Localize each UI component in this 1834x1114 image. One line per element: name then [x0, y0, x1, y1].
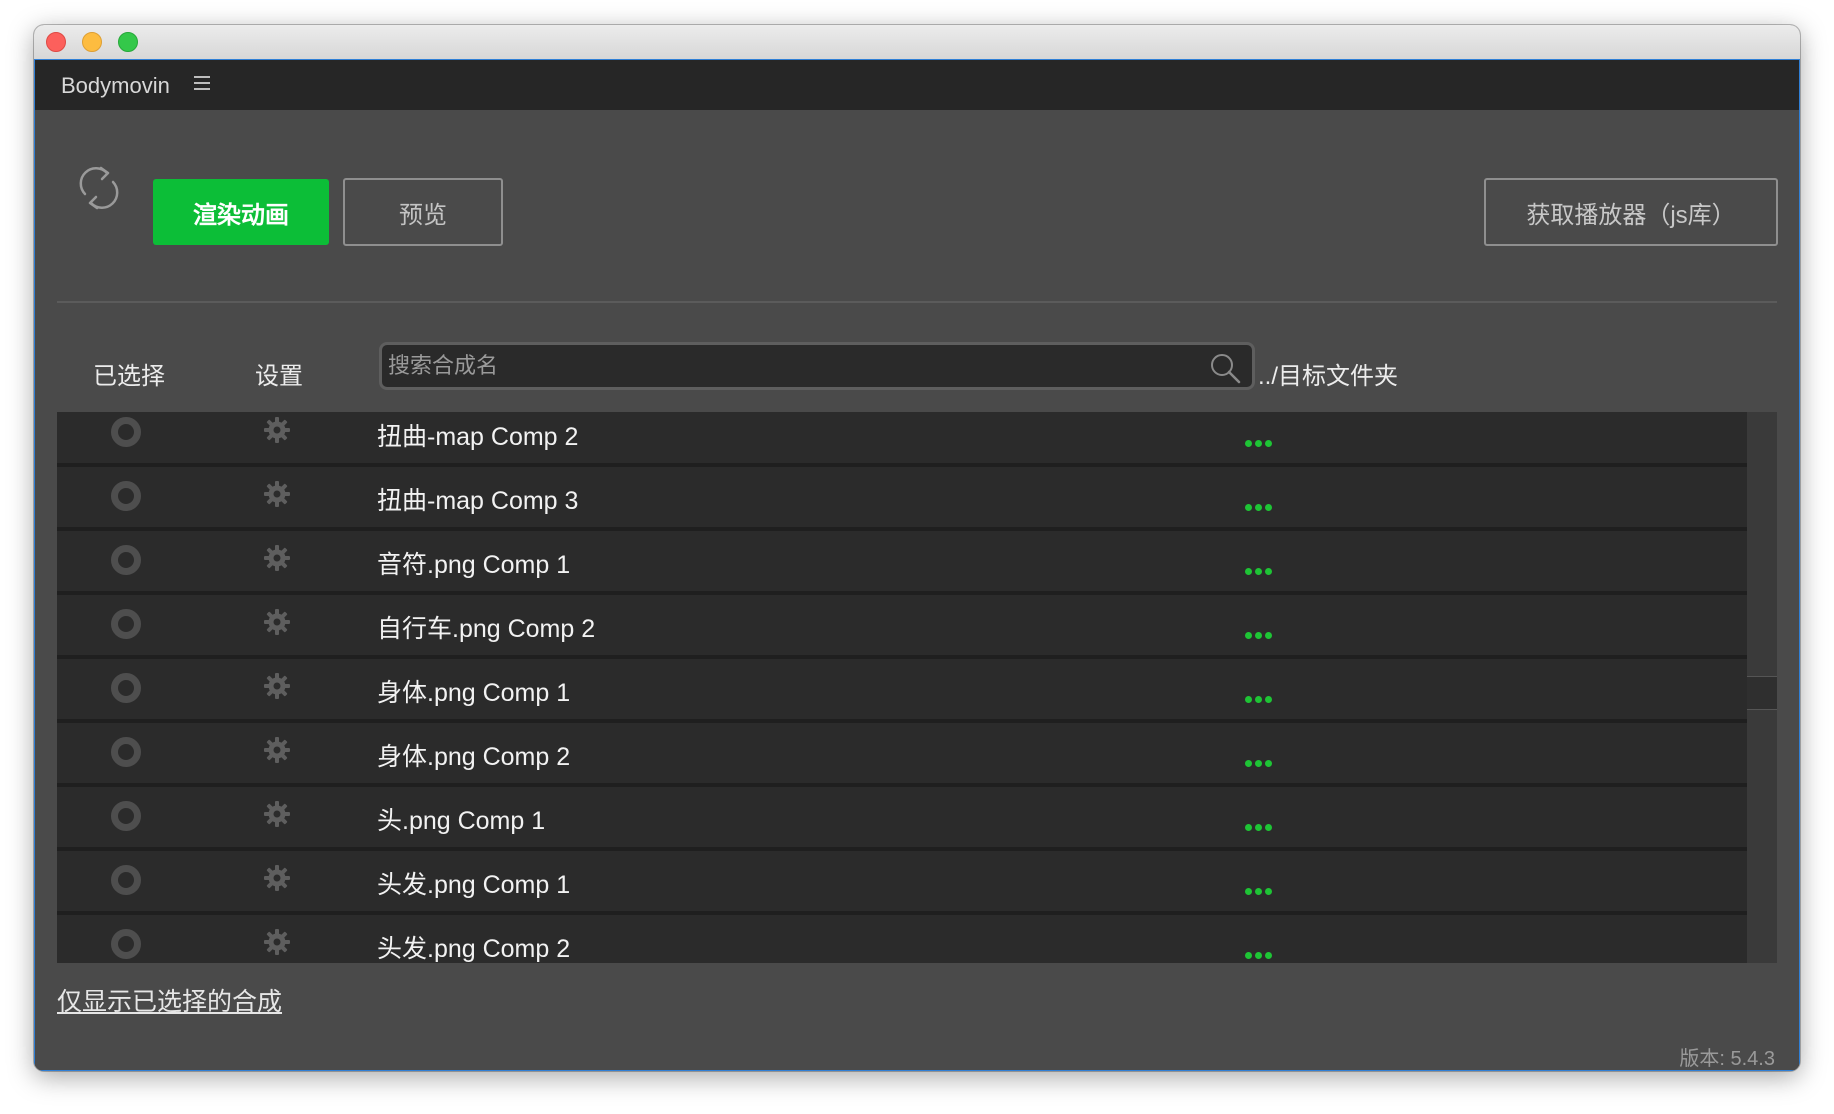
- select-radio[interactable]: [111, 545, 141, 575]
- show-selected-only-link[interactable]: 仅显示已选择的合成: [57, 982, 282, 1018]
- composition-name: 扭曲-map Comp 2: [377, 423, 579, 451]
- composition-row: 头发.png Comp 2: [57, 915, 1747, 963]
- gear-icon[interactable]: [263, 672, 291, 700]
- composition-name: 头发.png Comp 1: [377, 871, 571, 899]
- panel-content: Bodymovin 渲染动画 预览 获取播放器（js库） 已选择 设置 ../目…: [34, 59, 1800, 1071]
- composition-list: 扭曲-map Comp 2 扭曲-map Comp 3 音符.png Comp 1 自…: [57, 412, 1747, 963]
- get-player-button[interactable]: 获取播放器（js库）: [1484, 178, 1778, 246]
- destination-more-icon[interactable]: [1245, 498, 1275, 511]
- search-box: [379, 342, 1255, 390]
- composition-name: 身体.png Comp 2: [377, 743, 571, 771]
- divider: [57, 301, 1777, 303]
- composition-row: 身体.png Comp 2: [57, 723, 1747, 787]
- composition-row: 音符.png Comp 1: [57, 531, 1747, 595]
- minimize-window-button[interactable]: [82, 32, 102, 52]
- select-radio[interactable]: [111, 737, 141, 767]
- panel-header: Bodymovin: [35, 60, 1799, 110]
- version-label: 版本: 5.4.3: [1679, 1048, 1775, 1070]
- panel-title: Bodymovin: [61, 73, 170, 98]
- gear-icon[interactable]: [263, 608, 291, 636]
- gear-icon[interactable]: [263, 800, 291, 828]
- composition-row: 扭曲-map Comp 2: [57, 412, 1747, 467]
- close-window-button[interactable]: [46, 32, 66, 52]
- preview-button[interactable]: 预览: [343, 178, 503, 246]
- select-radio[interactable]: [111, 801, 141, 831]
- select-radio[interactable]: [111, 929, 141, 959]
- composition-name: 身体.png Comp 1: [377, 679, 571, 707]
- destination-more-icon[interactable]: [1245, 818, 1275, 831]
- destination-more-icon[interactable]: [1245, 882, 1275, 895]
- gear-icon[interactable]: [263, 928, 291, 956]
- gear-icon[interactable]: [263, 864, 291, 892]
- destination-more-icon[interactable]: [1245, 690, 1275, 703]
- destination-more-icon[interactable]: [1245, 434, 1275, 447]
- composition-name: 头发.png Comp 2: [377, 935, 571, 963]
- destination-more-icon[interactable]: [1245, 626, 1275, 639]
- search-input[interactable]: [388, 345, 1168, 387]
- column-header-selected: 已选择: [93, 363, 165, 390]
- scrollbar[interactable]: [1747, 412, 1777, 963]
- composition-name: 头.png Comp 1: [377, 807, 546, 835]
- hamburger-icon[interactable]: [194, 76, 210, 94]
- column-header-settings: 设置: [255, 363, 303, 390]
- composition-name: 自行车.png Comp 2: [377, 615, 596, 643]
- composition-row: 头发.png Comp 1: [57, 851, 1747, 915]
- select-radio[interactable]: [111, 865, 141, 895]
- scrollbar-thumb[interactable]: [1747, 676, 1777, 710]
- select-radio[interactable]: [111, 417, 141, 447]
- column-header-destination: ../目标文件夹: [1258, 363, 1399, 390]
- gear-icon[interactable]: [263, 544, 291, 572]
- composition-row: 身体.png Comp 1: [57, 659, 1747, 723]
- composition-row: 头.png Comp 1: [57, 787, 1747, 851]
- destination-more-icon[interactable]: [1245, 946, 1275, 959]
- composition-row: 扭曲-map Comp 3: [57, 467, 1747, 531]
- composition-name: 音符.png Comp 1: [377, 551, 571, 579]
- destination-more-icon[interactable]: [1245, 562, 1275, 575]
- composition-row: 自行车.png Comp 2: [57, 595, 1747, 659]
- gear-icon[interactable]: [263, 736, 291, 764]
- select-radio[interactable]: [111, 609, 141, 639]
- zoom-window-button[interactable]: [118, 32, 138, 52]
- composition-name: 扭曲-map Comp 3: [377, 487, 579, 515]
- select-radio[interactable]: [111, 673, 141, 703]
- app-window: Bodymovin 渲染动画 预览 获取播放器（js库） 已选择 设置 ../目…: [34, 25, 1800, 1071]
- refresh-icon[interactable]: [77, 164, 121, 212]
- render-button[interactable]: 渲染动画: [153, 179, 329, 245]
- gear-icon[interactable]: [263, 480, 291, 508]
- search-icon[interactable]: [1208, 351, 1242, 385]
- title-bar: [34, 25, 1800, 60]
- destination-more-icon[interactable]: [1245, 754, 1275, 767]
- gear-icon[interactable]: [263, 416, 291, 444]
- select-radio[interactable]: [111, 481, 141, 511]
